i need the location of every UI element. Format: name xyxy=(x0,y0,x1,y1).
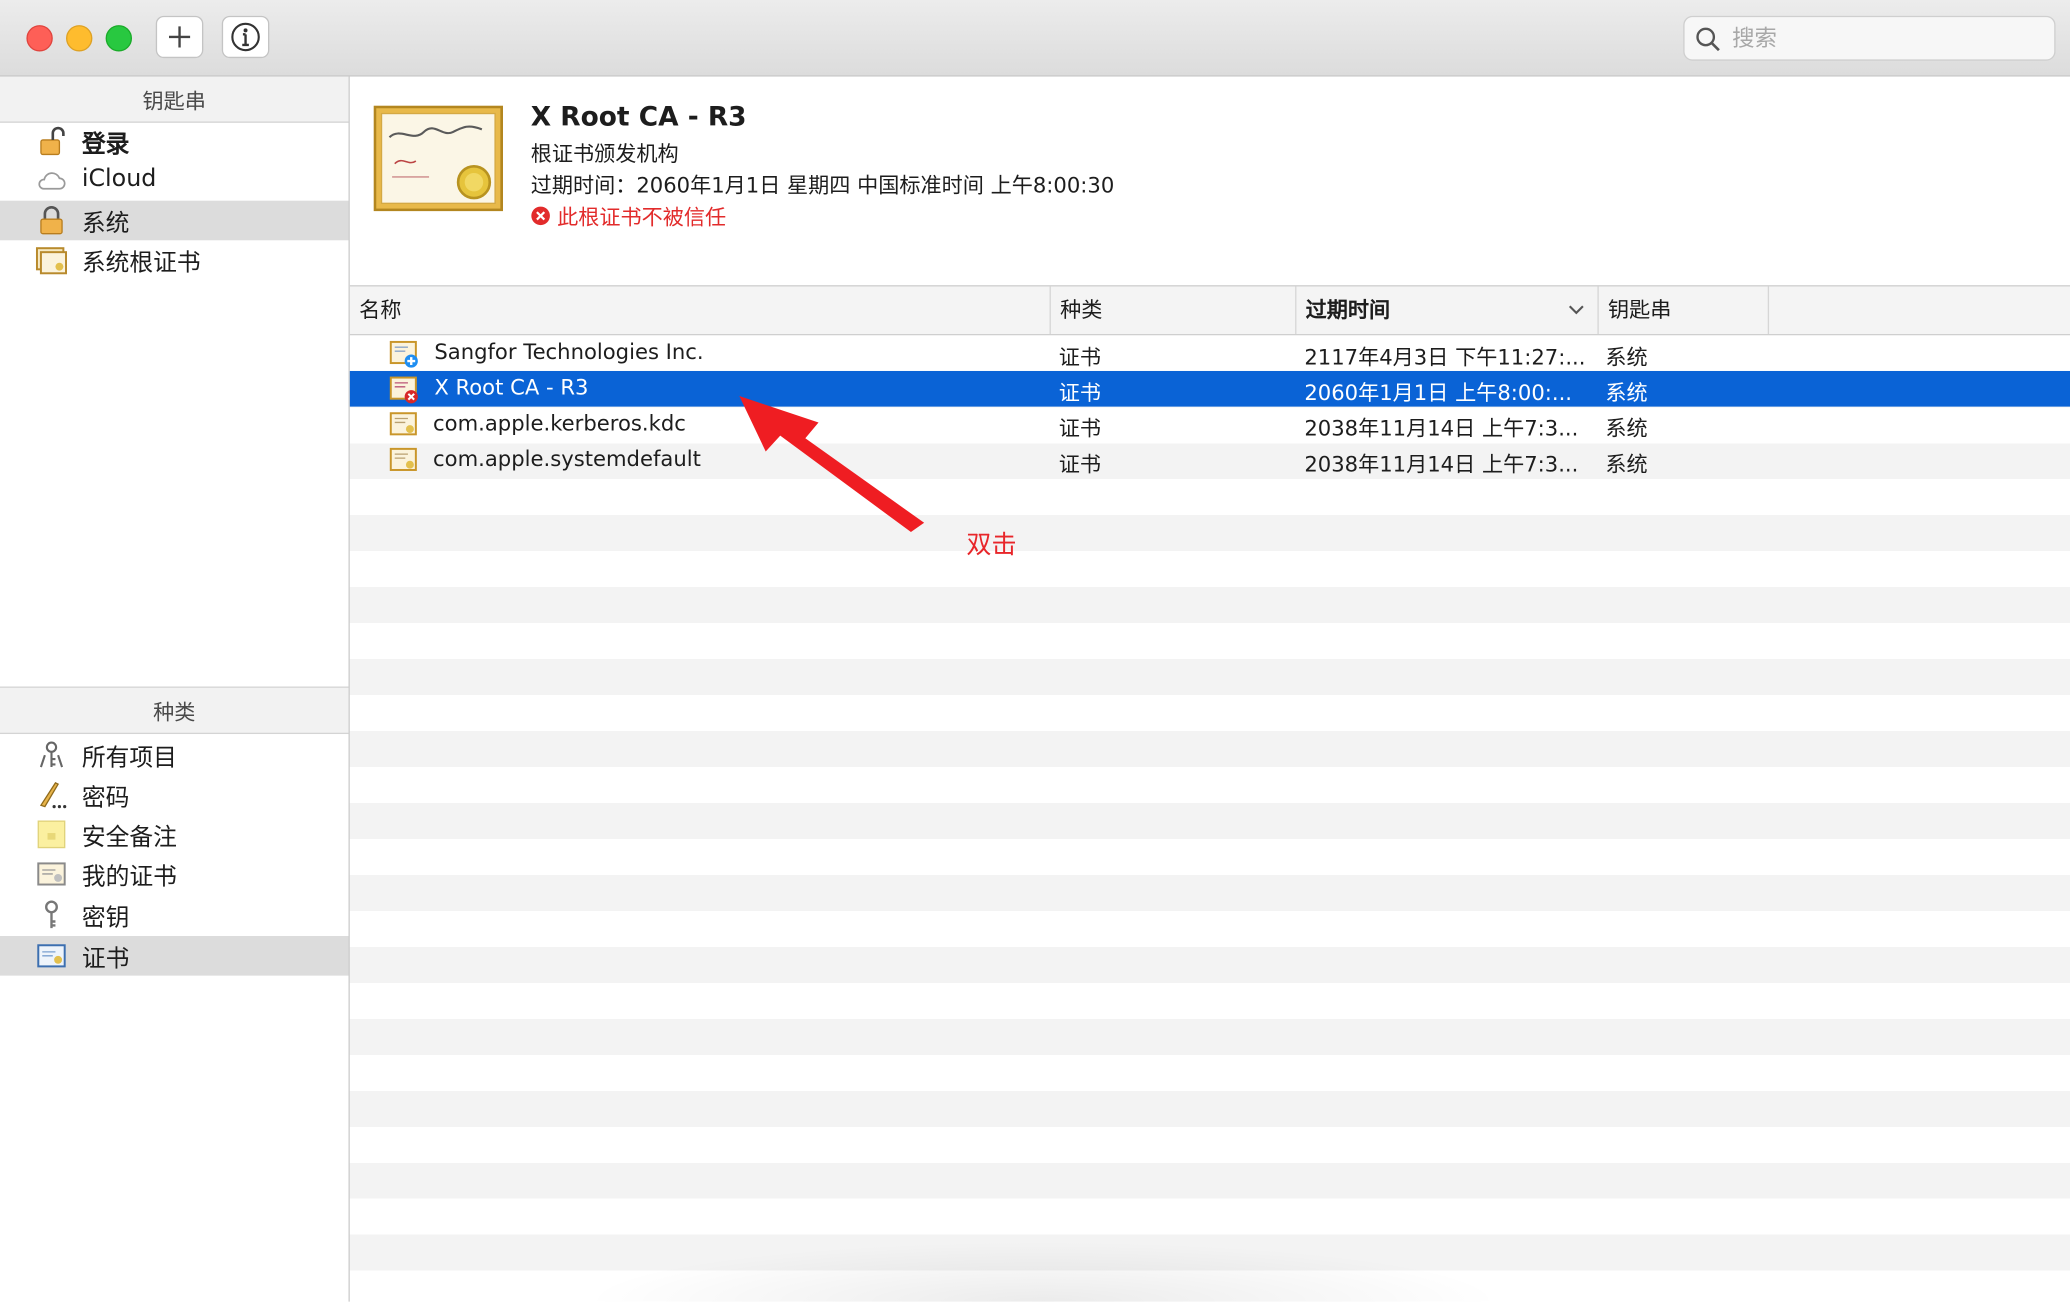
certificate-subtitle: 根证书颁发机构 xyxy=(530,141,679,167)
get-info-button[interactable] xyxy=(221,15,270,59)
sidebar-item-system[interactable]: 系统 xyxy=(0,200,349,241)
category-header: 种类 xyxy=(0,686,349,735)
row-expires: 2117年4月3日 下午11:27:... xyxy=(1304,344,1586,370)
table-header: 名称 种类 过期时间 钥匙串 xyxy=(349,286,2070,336)
table-row[interactable]: Sangfor Technologies Inc. 证书 2117年4月3日 下… xyxy=(350,335,2070,371)
table-row-selected[interactable]: X Root CA - R3 证书 2060年1月1日 上午8:00:... 系… xyxy=(349,370,2070,407)
table-row[interactable]: com.apple.systemdefault 证书 2038年11月14日 上… xyxy=(350,442,2070,478)
certificate-cabinet-icon xyxy=(35,247,68,275)
row-expires: 2038年11月14日 上午7:3... xyxy=(1304,451,1579,477)
row-name: com.apple.kerberos.kdc xyxy=(433,410,686,436)
key-icon xyxy=(45,900,58,929)
toolbar xyxy=(0,0,2070,77)
sidebar-item-my-certificates[interactable]: 我的证书 xyxy=(0,854,349,894)
row-expires: 2038年11月14日 上午7:3... xyxy=(1304,415,1579,441)
password-icon xyxy=(39,782,67,809)
row-keychain: 系统 xyxy=(1605,344,1648,370)
sidebar-item-login[interactable]: 登录 xyxy=(0,121,349,161)
sidebar-item-label: 安全备注 xyxy=(81,823,177,852)
row-keychain: 系统 xyxy=(1605,415,1648,441)
column-header-name[interactable]: 名称 xyxy=(350,286,1051,335)
certificate-icon xyxy=(37,944,66,968)
trust-warning: 此根证书不被信任 xyxy=(531,199,726,231)
sidebar-item-label: 登录 xyxy=(81,130,130,159)
trust-warning-text: 此根证书不被信任 xyxy=(557,204,727,230)
sidebar-item-label: 系统根证书 xyxy=(81,249,201,278)
chevron-down-icon xyxy=(1568,305,1584,315)
sidebar-item-certificates[interactable]: 证书 xyxy=(0,936,349,976)
certificate-detail: X Root CA - R3 根证书颁发机构 过期时间：2060年1月1日 星期… xyxy=(349,76,2070,287)
sidebar-item-label: 所有项目 xyxy=(81,744,177,773)
lock-open-icon xyxy=(40,126,65,156)
sidebar: 钥匙串 登录 iCloud 系统 系统根证书 种类 所有项目 密码 安全备注 我… xyxy=(0,76,350,1302)
sidebar-item-label: 我的证书 xyxy=(81,863,177,892)
zoom-window-button[interactable] xyxy=(105,25,133,52)
sidebar-item-keys[interactable]: 密钥 xyxy=(0,895,349,935)
certificate-expiry: 过期时间：2060年1月1日 星期四 中国标准时间 上午8:00:30 xyxy=(530,172,1115,199)
my-certificate-icon xyxy=(37,862,66,886)
search-field[interactable] xyxy=(1683,15,2056,61)
sidebar-item-label: 证书 xyxy=(81,945,130,973)
sidebar-item-label: 密码 xyxy=(81,784,130,812)
certificate-untrusted-icon xyxy=(389,376,418,404)
error-icon xyxy=(531,205,550,225)
row-kind: 证书 xyxy=(1058,451,1102,477)
row-name: X Root CA - R3 xyxy=(434,374,589,401)
search-input[interactable] xyxy=(1729,23,2039,56)
sidebar-item-label: 密钥 xyxy=(81,904,130,933)
secure-note-icon xyxy=(37,820,66,849)
annotation-label: 双击 xyxy=(966,530,1017,560)
sidebar-item-all-items[interactable]: 所有项目 xyxy=(0,735,349,775)
sidebar-item-label: 系统 xyxy=(81,209,130,238)
certificate-large-icon xyxy=(373,105,503,212)
certificate-icon xyxy=(389,447,417,471)
row-kind: 证书 xyxy=(1058,415,1102,441)
row-kind: 证书 xyxy=(1058,380,1102,406)
certificate-plus-icon xyxy=(389,340,418,368)
cloud-icon xyxy=(38,172,66,190)
add-item-button[interactable] xyxy=(155,15,204,59)
row-name: Sangfor Technologies Inc. xyxy=(434,339,704,365)
close-window-button[interactable] xyxy=(26,25,53,52)
keychains-header: 钥匙串 xyxy=(0,76,349,123)
search-icon xyxy=(1696,27,1720,52)
info-icon xyxy=(231,22,260,52)
certificate-title: X Root CA - R3 xyxy=(530,100,747,133)
sidebar-item-system-roots[interactable]: 系统根证书 xyxy=(0,240,349,280)
minimize-window-button[interactable] xyxy=(66,25,93,52)
table-row[interactable]: com.apple.kerberos.kdc 证书 2038年11月14日 上午… xyxy=(350,407,2070,443)
certificate-icon xyxy=(389,412,417,436)
row-keychain: 系统 xyxy=(1605,451,1648,477)
column-header-expires-label: 过期时间 xyxy=(1305,297,1391,323)
all-items-icon xyxy=(39,741,64,768)
sidebar-item-secure-notes[interactable]: 安全备注 xyxy=(0,815,349,855)
sidebar-item-label: iCloud xyxy=(81,165,157,193)
column-header-expires[interactable]: 过期时间 xyxy=(1296,286,1599,335)
sidebar-item-passwords[interactable]: 密码 xyxy=(0,775,349,815)
column-header-keychain[interactable]: 钥匙串 xyxy=(1599,286,1770,335)
row-expires: 2060年1月1日 上午8:00:... xyxy=(1304,380,1573,406)
row-keychain: 系统 xyxy=(1605,380,1648,406)
plus-icon xyxy=(168,26,191,48)
row-kind: 证书 xyxy=(1058,344,1102,370)
certificate-list: Sangfor Technologies Inc. 证书 2117年4月3日 下… xyxy=(349,335,2070,1302)
lock-icon xyxy=(40,205,63,235)
bottom-shadow xyxy=(580,1240,1506,1302)
row-name: com.apple.systemdefault xyxy=(433,446,701,472)
column-header-kind[interactable]: 种类 xyxy=(1051,286,1297,335)
sidebar-item-icloud[interactable]: iCloud xyxy=(0,161,349,201)
